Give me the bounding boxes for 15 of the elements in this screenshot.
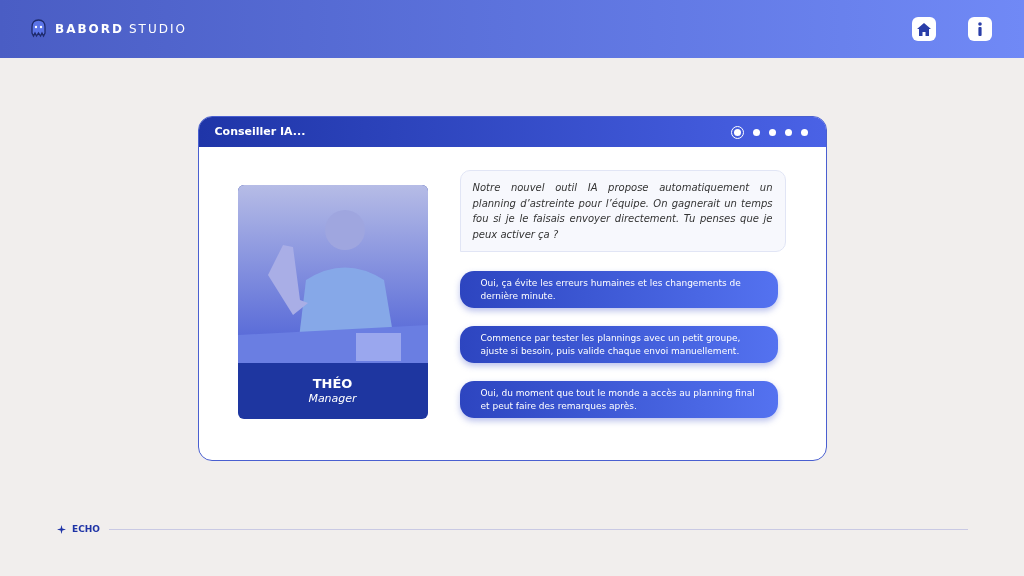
answer-option[interactable]: Oui, ça évite les erreurs humaines et les changements de dernière minute. [459,271,778,308]
speech-bubble: Notre nouvel outil IA propose automatiquement un planning d’astreinte pour l’équipe. On gagnerait un temps fou si je le faisais envoyer directement. Tu penses que je peux activer ça ? [459,170,786,252]
character-name: THÉO [312,376,353,392]
answer-option[interactable]: Commence par tester les plannings avec un petit groupe, ajuste si besoin, puis valide chaque envoi manuellement. [459,326,778,363]
brand-name: BABORD [55,21,124,38]
home-button[interactable] [912,17,936,41]
character-role: Manager [308,392,357,406]
brand-suffix: STUDIO [129,21,187,38]
dialog-title: Conseiller IA... [214,123,306,140]
answer-option[interactable]: Oui, du moment que tout le monde a accès au planning final et peut faire des remarques après. [459,381,778,418]
info-icon [978,22,982,36]
info-button[interactable] [968,17,992,41]
sparkle-icon [57,525,66,535]
footer-label: ECHO [72,523,100,536]
home-icon [917,22,931,36]
